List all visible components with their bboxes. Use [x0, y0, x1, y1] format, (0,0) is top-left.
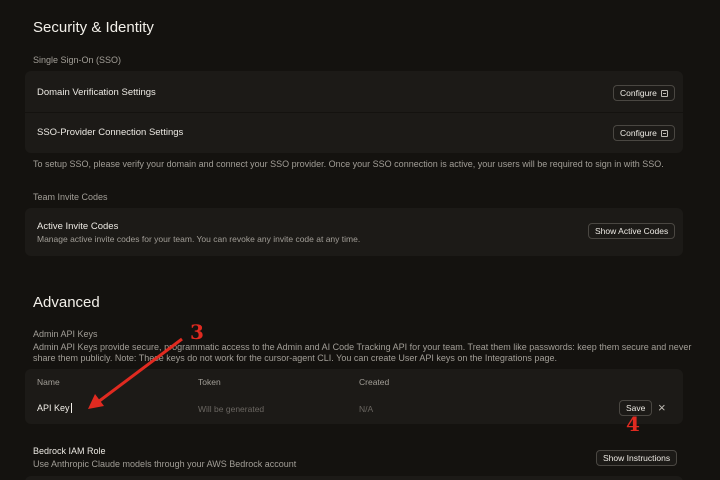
annotation-overlay [88, 337, 183, 409]
annotation-arrow-head [88, 394, 104, 409]
annotation-arrow-shaft [97, 337, 183, 404]
annotation-step-3: 3 [190, 320, 204, 344]
annotation-step-4: 4 [626, 412, 640, 436]
